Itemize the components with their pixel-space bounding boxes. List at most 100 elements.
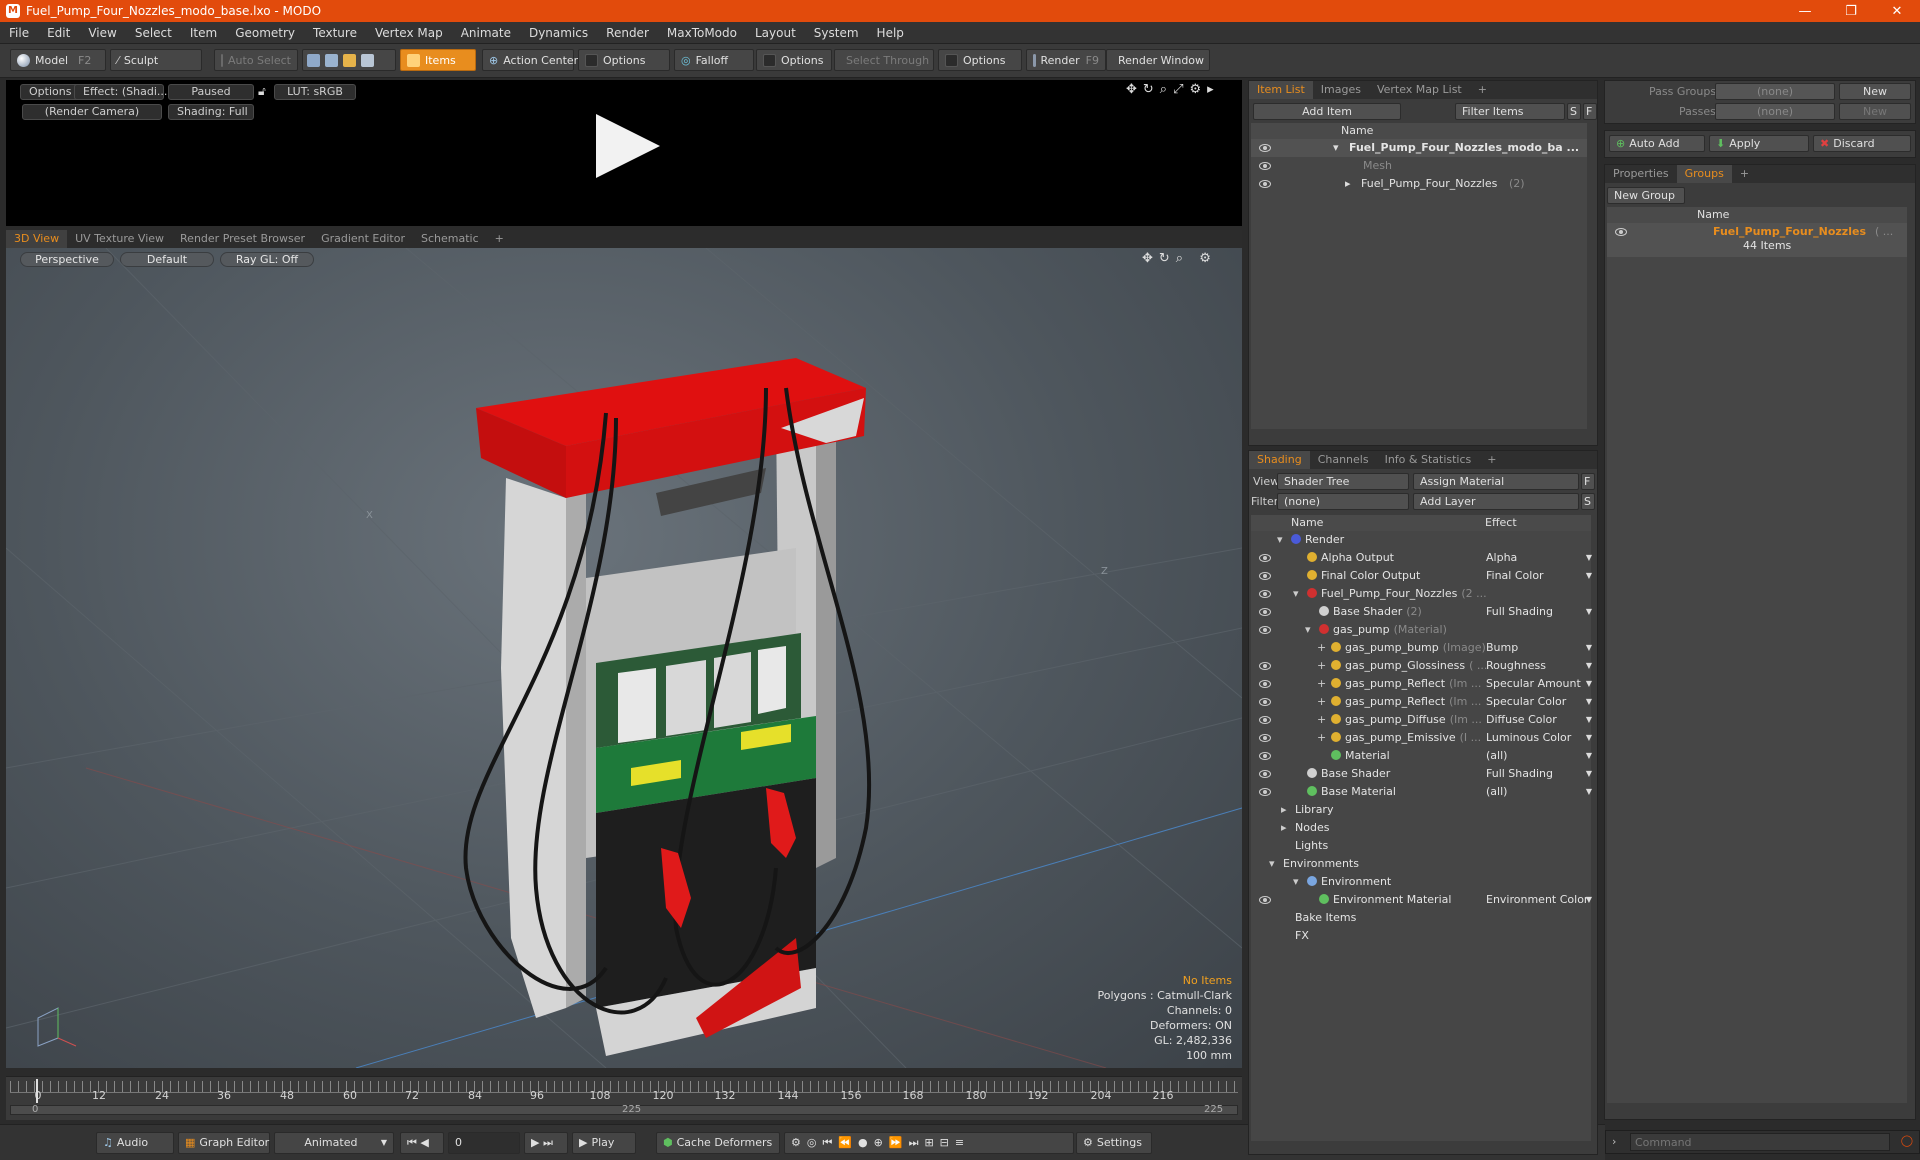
- preview-lut-dropdown[interactable]: LUT: sRGB: [274, 84, 356, 100]
- tree-toggle-icon[interactable]: +: [1317, 675, 1326, 693]
- item-row-scene[interactable]: ▾ Fuel_Pump_Four_Nozzles_modo_ba ...: [1251, 139, 1587, 157]
- command-history-icon[interactable]: ◯: [1901, 1134, 1913, 1147]
- layer-effect-dropdown[interactable]: Bump ▼: [1486, 639, 1594, 657]
- tab-channels[interactable]: Channels: [1310, 451, 1377, 469]
- visibility-eye-icon[interactable]: [1259, 608, 1271, 616]
- tab-shading[interactable]: Shading: [1249, 451, 1310, 469]
- visibility-eye-icon[interactable]: [1259, 626, 1271, 634]
- shader-tree-row[interactable]: ▸ Nodes: [1251, 819, 1591, 837]
- menu-select[interactable]: Select: [126, 26, 181, 40]
- layer-effect-dropdown[interactable]: Specular Color ▼: [1486, 693, 1594, 711]
- visibility-eye-icon[interactable]: [1615, 228, 1627, 236]
- new-pass-button[interactable]: New: [1839, 103, 1911, 120]
- new-group-button[interactable]: New Group: [1607, 187, 1685, 204]
- visibility-eye-icon[interactable]: [1259, 734, 1271, 742]
- visibility-eye-icon[interactable]: [1259, 788, 1271, 796]
- add-item-dropdown[interactable]: Add Item: [1253, 103, 1401, 120]
- add-tab-button[interactable]: +: [487, 230, 512, 248]
- preview-shading-dropdown[interactable]: Shading: Full: [168, 104, 254, 120]
- tree-toggle-icon[interactable]: ▾: [1305, 621, 1311, 639]
- play-button[interactable]: ▶ Play: [572, 1132, 636, 1154]
- timeline-playhead[interactable]: [36, 1079, 38, 1103]
- shader-tree-row[interactable]: Base Shader Full Shading ▼: [1251, 765, 1594, 783]
- command-input[interactable]: [1630, 1133, 1890, 1151]
- menu-edit[interactable]: Edit: [38, 26, 79, 40]
- tab-info-statistics[interactable]: Info & Statistics: [1377, 451, 1480, 469]
- shader-tree-row[interactable]: Environment Material Environment Color ▼: [1251, 891, 1592, 909]
- menu-render[interactable]: Render: [597, 26, 658, 40]
- auto-select-button[interactable]: Auto Select: [214, 49, 298, 71]
- tab-item-list[interactable]: Item List: [1249, 81, 1313, 99]
- menu-texture[interactable]: Texture: [304, 26, 366, 40]
- animated-dropdown[interactable]: Animated ▼: [274, 1132, 394, 1154]
- passes-dropdown[interactable]: (none): [1715, 103, 1835, 120]
- tab-properties[interactable]: Properties: [1605, 165, 1677, 183]
- shader-tree-row[interactable]: + gas_pump_Diffuse (Im ... Diffuse Color ▼: [1251, 711, 1594, 729]
- auto-add-button[interactable]: ⊕ Auto Add: [1609, 135, 1705, 152]
- tree-toggle-icon[interactable]: ▾: [1277, 531, 1283, 549]
- visibility-eye-icon[interactable]: [1259, 554, 1271, 562]
- menu-help[interactable]: Help: [868, 26, 913, 40]
- minimize-button[interactable]: —: [1782, 4, 1828, 19]
- restore-button[interactable]: ❐: [1828, 4, 1874, 19]
- layer-effect-dropdown[interactable]: Diffuse Color ▼: [1486, 711, 1594, 729]
- visibility-eye-icon[interactable]: [1259, 698, 1271, 706]
- shader-tree-row[interactable]: Alpha Output Alpha ▼: [1251, 549, 1594, 567]
- preview-paused-button[interactable]: Paused: [168, 84, 254, 100]
- tree-toggle-icon[interactable]: ▸: [1281, 801, 1287, 819]
- tree-toggle-icon[interactable]: +: [1317, 693, 1326, 711]
- tab-3d-view[interactable]: 3D View: [6, 230, 68, 248]
- layer-effect-dropdown[interactable]: Alpha ▼: [1486, 549, 1594, 567]
- visibility-eye-icon[interactable]: [1259, 572, 1271, 580]
- vertices-mode-icon[interactable]: [307, 53, 320, 67]
- edges-mode-icon[interactable]: [325, 53, 338, 67]
- shader-tree-row[interactable]: + gas_pump_bump (Image) Bump ▼: [1251, 639, 1594, 657]
- shader-tree-row[interactable]: + gas_pump_Reflect (Im ... Specular Color ▼: [1251, 693, 1594, 711]
- falloff-options-button[interactable]: Options: [756, 49, 832, 71]
- add-tab-button[interactable]: +: [1479, 451, 1504, 469]
- fuel-pump-model[interactable]: [463, 358, 872, 1056]
- visibility-eye-icon[interactable]: [1259, 770, 1271, 778]
- item-list-f-button[interactable]: F: [1583, 103, 1597, 120]
- layer-effect-dropdown[interactable]: (all) ▼: [1486, 747, 1594, 765]
- select-through-button[interactable]: Select Through: [834, 49, 934, 71]
- tab-uv-texture-view[interactable]: UV Texture View: [67, 230, 172, 248]
- visibility-eye-icon[interactable]: [1259, 180, 1271, 188]
- menu-file[interactable]: File: [0, 26, 38, 40]
- shader-tree-row[interactable]: ▸ Library: [1251, 801, 1591, 819]
- items-mode-button[interactable]: Items: [400, 49, 476, 71]
- menu-maxtomodo[interactable]: MaxToModo: [658, 26, 746, 40]
- tree-toggle-icon[interactable]: +: [1317, 711, 1326, 729]
- layer-effect-dropdown[interactable]: Full Shading ▼: [1486, 765, 1594, 783]
- tab-vertex-map-list[interactable]: Vertex Map List: [1369, 81, 1470, 99]
- tab-schematic[interactable]: Schematic: [413, 230, 487, 248]
- new-pass-group-button[interactable]: New: [1839, 83, 1911, 100]
- visibility-eye-icon[interactable]: [1259, 752, 1271, 760]
- tree-toggle-icon[interactable]: ▸: [1281, 819, 1287, 837]
- lock-icon[interactable]: 🔓︎: [258, 84, 266, 99]
- pass-groups-dropdown[interactable]: (none): [1715, 83, 1835, 100]
- shader-tree-row[interactable]: + gas_pump_Emissive (I ... Luminous Color ▼: [1251, 729, 1594, 747]
- timeline[interactable]: 0 12 24 36 48 60 72 84 96 108 120 132 14…: [6, 1076, 1242, 1120]
- layer-effect-dropdown[interactable]: Luminous Color ▼: [1486, 729, 1594, 747]
- item-row-fuel-pump[interactable]: ▸ Fuel_Pump_Four_Nozzles (2): [1251, 175, 1587, 193]
- discard-button[interactable]: ✖ Discard: [1813, 135, 1911, 152]
- shader-tree-row[interactable]: ▾ Environment: [1251, 873, 1591, 891]
- expand-arrow-icon[interactable]: ▸: [1345, 175, 1351, 193]
- shader-tree-row[interactable]: Final Color Output Final Color ▼: [1251, 567, 1592, 585]
- visibility-eye-icon[interactable]: [1259, 896, 1271, 904]
- tab-images[interactable]: Images: [1313, 81, 1369, 99]
- tree-toggle-icon[interactable]: ▾: [1293, 585, 1299, 603]
- tree-toggle-icon[interactable]: +: [1317, 639, 1326, 657]
- play-render-icon[interactable]: [596, 114, 660, 178]
- add-tab-button[interactable]: +: [1470, 81, 1495, 99]
- shader-tree-row[interactable]: ▾ gas_pump (Material): [1251, 621, 1591, 639]
- visibility-eye-icon[interactable]: [1259, 716, 1271, 724]
- item-row-mesh[interactable]: Mesh: [1251, 157, 1587, 175]
- shader-tree-row[interactable]: Lights: [1251, 837, 1591, 855]
- action-center-options-button[interactable]: Options: [578, 49, 670, 71]
- filter-items-input[interactable]: Filter Items: [1455, 103, 1565, 120]
- collapse-arrow-icon[interactable]: ▾: [1333, 139, 1339, 157]
- shader-tree-row[interactable]: ▾ Render: [1251, 531, 1591, 549]
- tab-groups[interactable]: Groups: [1676, 165, 1732, 183]
